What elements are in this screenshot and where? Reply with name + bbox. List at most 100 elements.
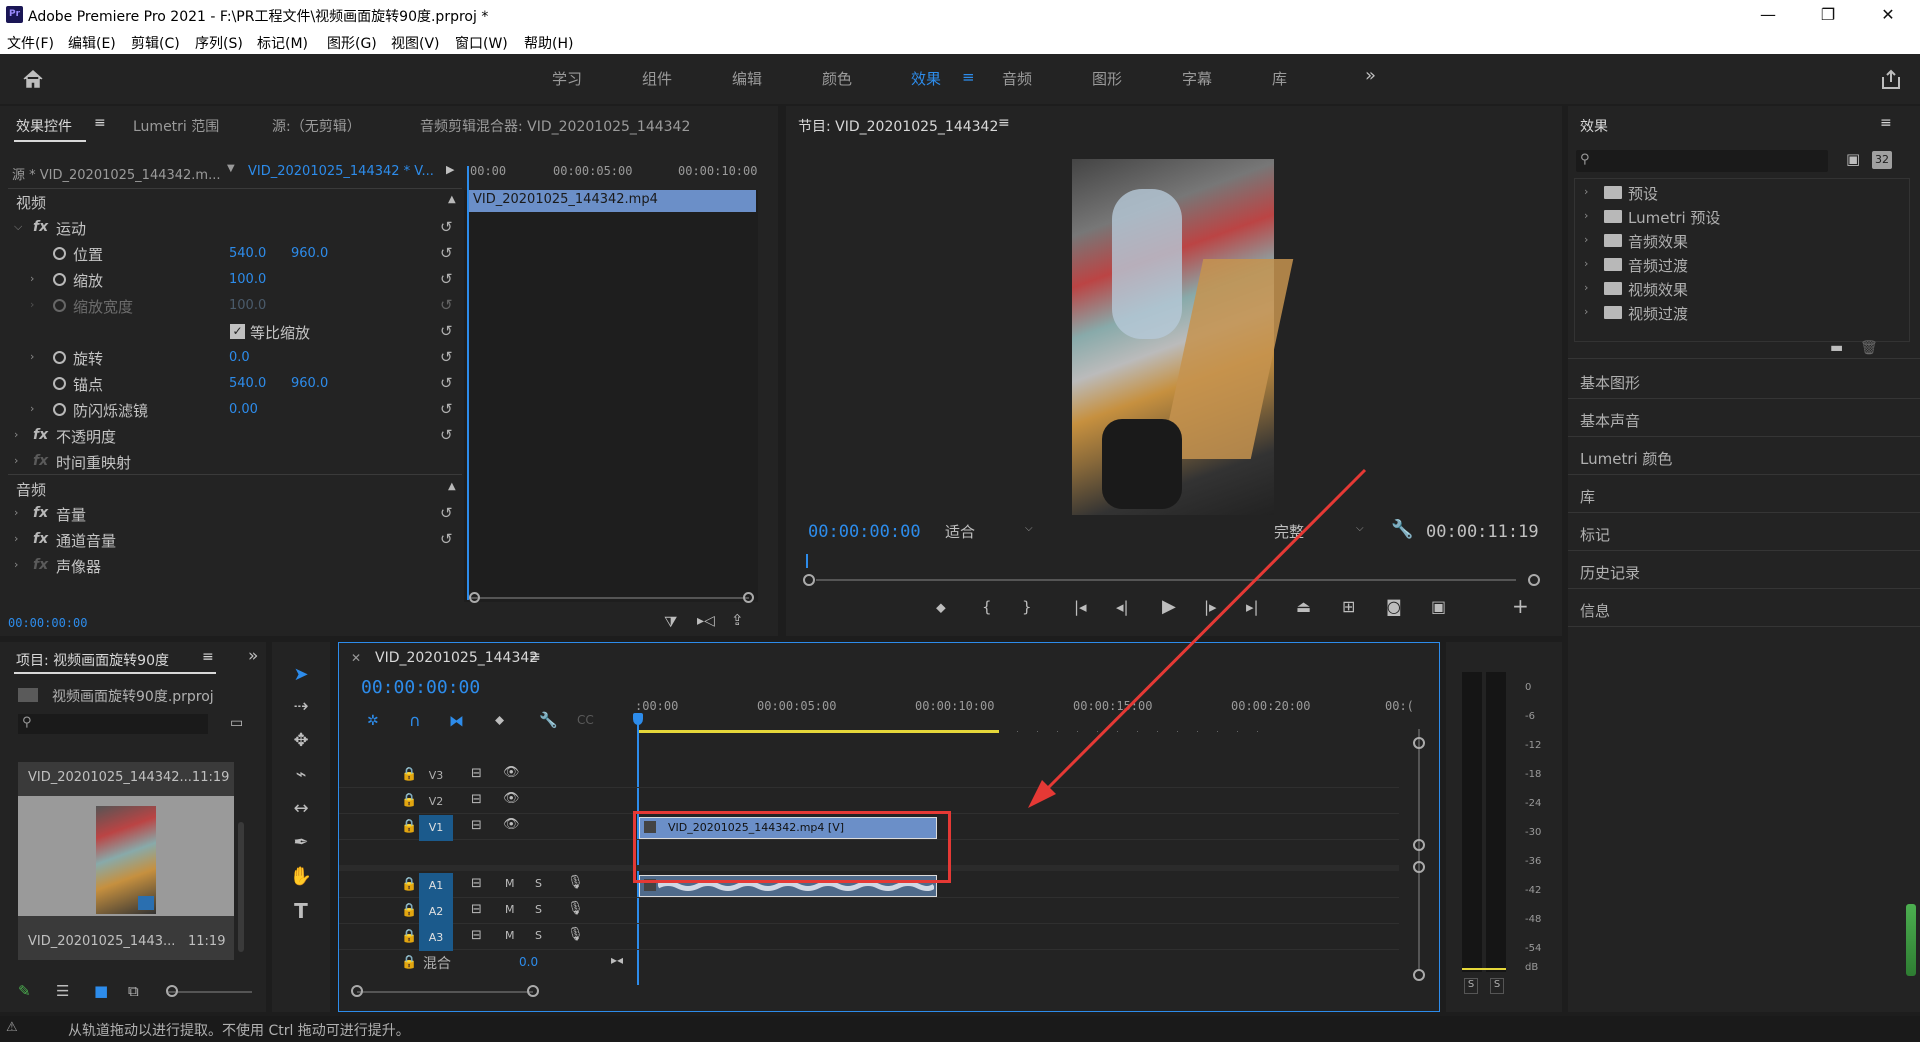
stopwatch-icon[interactable] [53, 377, 66, 390]
timeline-h-scrollbar[interactable] [357, 991, 533, 993]
reset-icon[interactable]: ↺ [440, 271, 456, 287]
microphone-icon[interactable]: 🎙 [567, 901, 584, 916]
add-marker-icon[interactable]: ⬥ [936, 600, 946, 616]
essential-graphics-panel[interactable]: 基本图形 [1580, 372, 1640, 393]
sync-lock-icon[interactable]: ⊟ [471, 766, 482, 781]
microphone-icon[interactable]: 🎙 [567, 875, 584, 890]
solo-button[interactable]: S [535, 877, 542, 890]
add-marker-icon[interactable]: ⬥ [495, 713, 504, 728]
ec-playhead[interactable] [467, 166, 469, 600]
channel-volume-row[interactable]: › fx 通道音量 ↺ [8, 526, 462, 552]
chevron-right-icon[interactable]: › [30, 272, 34, 285]
chevron-right-icon[interactable]: › [14, 532, 18, 545]
ec-timecode[interactable]: 00:00:00:00 [8, 616, 87, 630]
chevron-right-icon[interactable]: › [14, 558, 18, 571]
reset-icon[interactable]: ↺ [440, 401, 456, 417]
mark-in-icon[interactable]: { [982, 598, 992, 616]
mark-out-icon[interactable]: } [1022, 598, 1032, 616]
close-button[interactable]: ✕ [1865, 2, 1911, 28]
play-audio-icon[interactable]: ▸◁ [697, 613, 715, 629]
razor-tool-icon[interactable]: ⌁ [288, 762, 314, 788]
chevron-right-icon[interactable]: › [14, 428, 18, 441]
track-v2-label[interactable]: V2 [419, 789, 453, 815]
sync-lock-icon[interactable]: ⊟ [471, 818, 482, 833]
ec-scroll-handle-right[interactable] [743, 592, 754, 603]
menu-view[interactable]: 视图(V) [391, 33, 440, 53]
chevron-down-icon[interactable]: ▼ [227, 163, 235, 174]
chevron-down-icon[interactable]: ⌵ [14, 220, 22, 234]
panel-menu-icon[interactable]: ≡ [202, 649, 214, 665]
play-clip-icon[interactable]: ▶ [446, 163, 454, 176]
program-zoom-handle-left[interactable] [803, 574, 815, 586]
go-to-out-icon[interactable]: ▸| [1246, 598, 1259, 616]
lock-icon[interactable]: 🔒 [401, 877, 417, 892]
wrench-icon[interactable]: 🔧 [539, 711, 558, 729]
pencil-icon[interactable]: ✎ [18, 982, 31, 1000]
delete-icon[interactable]: 🗑 [1860, 340, 1878, 356]
effects-lumetri-preset-folder[interactable]: › Lumetri 预设 [1576, 204, 1906, 228]
workspace-assembly[interactable]: 组件 [642, 68, 672, 89]
track-a1-label[interactable]: A1 [419, 873, 453, 899]
fx-icon[interactable]: fx [33, 505, 48, 521]
slip-tool-icon[interactable]: ↔ [288, 796, 314, 822]
close-icon[interactable]: ✕ [351, 651, 361, 665]
lock-icon[interactable]: 🔒 [401, 793, 417, 808]
list-view-icon[interactable]: ☰ [56, 982, 69, 1000]
workspace-graphics[interactable]: 图形 [1092, 68, 1122, 89]
panel-menu-icon[interactable]: ≡ [1880, 115, 1892, 131]
workspace-learning[interactable]: 学习 [552, 68, 582, 89]
home-icon[interactable] [22, 69, 44, 89]
mute-button[interactable]: M [505, 929, 515, 942]
reset-icon[interactable]: ↺ [440, 505, 456, 521]
panel-menu-icon[interactable]: ≡ [529, 649, 541, 665]
effects-search-input[interactable]: ⚲ [1576, 150, 1828, 172]
h-scroll-handle-left[interactable] [351, 985, 363, 997]
fx-icon[interactable]: fx [33, 531, 48, 547]
menu-file[interactable]: 文件(F) [7, 33, 54, 53]
linked-selection-icon[interactable]: ⧓ [449, 712, 464, 730]
reset-icon[interactable]: ↺ [440, 323, 456, 339]
new-bin-icon[interactable]: ▭ [230, 715, 243, 731]
quality-dropdown[interactable]: 完整 ⌵ [1274, 518, 1372, 542]
v-scroll-handle[interactable] [1413, 839, 1425, 851]
workspace-libraries[interactable]: 库 [1272, 68, 1287, 89]
menu-clip[interactable]: 剪辑(C) [131, 33, 180, 53]
extract-icon[interactable]: ⊞ [1342, 597, 1355, 616]
zoom-slider-handle[interactable] [166, 985, 178, 997]
reset-icon[interactable]: ↺ [440, 219, 456, 235]
ripple-edit-tool-icon[interactable]: ✥ [288, 728, 314, 754]
restore-button[interactable]: ❐ [1805, 2, 1851, 28]
zoom-slider-track[interactable] [168, 991, 252, 993]
effects-audio-transitions-folder[interactable]: › 音频过渡 [1576, 252, 1906, 276]
filter-icon[interactable]: ⧩ [664, 613, 677, 631]
chevron-right-icon[interactable]: › [14, 506, 18, 519]
effect-controls-timeline[interactable] [464, 190, 758, 602]
motion-row[interactable]: ⌵ fx 运动 ↺ [8, 214, 462, 240]
sync-lock-icon[interactable]: ⊟ [471, 876, 482, 891]
fx-icon[interactable]: fx [33, 427, 48, 443]
video-frame-preview[interactable] [1072, 159, 1294, 515]
chevron-right-icon[interactable]: › [30, 350, 34, 363]
solo-left-button[interactable]: S [1464, 978, 1478, 994]
microphone-icon[interactable]: 🎙 [567, 927, 584, 942]
program-monitor-title[interactable]: 节目: VID_20201025_144342 [798, 116, 998, 136]
track-select-tool-icon[interactable]: ⇢ [288, 694, 314, 720]
panel-menu-icon[interactable]: ≡ [998, 115, 1010, 131]
position-x-value[interactable]: 540.0 [229, 246, 266, 261]
scale-value[interactable]: 100.0 [229, 272, 266, 287]
menu-help[interactable]: 帮助(H) [524, 33, 573, 53]
workspace-audio[interactable]: 音频 [1002, 68, 1032, 89]
freeform-view-icon[interactable]: ⧉ [128, 982, 139, 1000]
menu-edit[interactable]: 编辑(E) [68, 33, 116, 53]
mix-value[interactable]: 0.0 [519, 955, 538, 969]
reset-icon[interactable]: ↺ [440, 245, 456, 261]
wrench-icon[interactable]: 🔧 [1391, 519, 1413, 540]
workspace-captions[interactable]: 字幕 [1182, 68, 1212, 89]
fit-dropdown[interactable]: 适合 ⌵ [939, 518, 1041, 542]
pen-tool-icon[interactable]: ✒ [288, 830, 314, 856]
info-panel[interactable]: 信息 [1580, 600, 1610, 621]
program-timecode[interactable]: 00:00:00:00 [808, 522, 921, 542]
tab-lumetri-scopes[interactable]: Lumetri 范围 [133, 116, 219, 136]
more-workspaces-icon[interactable]: » [1365, 65, 1376, 86]
sequence-clip-label[interactable]: VID_20201025_144342 * V... [248, 164, 434, 179]
